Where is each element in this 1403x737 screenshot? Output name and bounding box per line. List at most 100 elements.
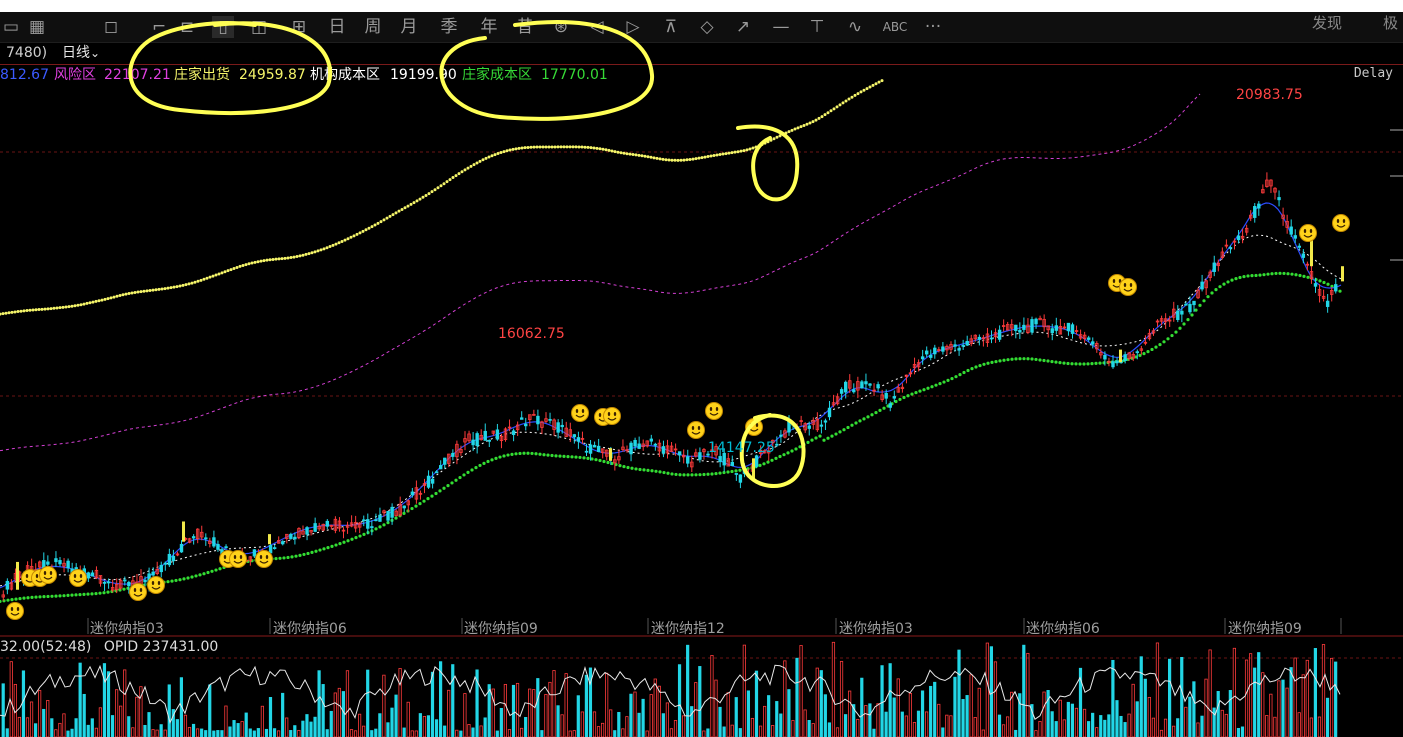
volume-bar <box>1050 711 1054 737</box>
volume-bar <box>228 726 232 737</box>
volume-bar <box>548 681 552 737</box>
signal-candle <box>609 448 612 461</box>
volume-bar <box>1099 715 1103 737</box>
volume-bar <box>1070 703 1074 737</box>
candle <box>661 446 666 454</box>
volume-bar <box>1293 657 1297 737</box>
volume-bar <box>147 712 151 737</box>
volume-bar <box>669 728 674 737</box>
volume-bar <box>1135 701 1139 737</box>
candle <box>471 439 475 446</box>
volume-bar <box>487 684 491 737</box>
volume-bar <box>451 664 455 737</box>
candle <box>58 560 62 565</box>
volume-bar <box>763 705 767 737</box>
volume-bar <box>989 646 994 737</box>
volume-bar <box>479 725 483 737</box>
volume-bar <box>224 705 228 737</box>
candle <box>823 420 828 423</box>
volume-bar <box>625 716 629 737</box>
volume-bar <box>1240 726 1245 737</box>
candle <box>106 581 111 584</box>
volume-bar <box>135 696 139 737</box>
volume-bar <box>860 677 864 737</box>
volume-bar <box>698 666 702 737</box>
smiley-signal-icon <box>69 569 87 587</box>
volume-bar <box>1103 719 1107 737</box>
volume-bar <box>969 674 973 737</box>
candle <box>313 523 317 532</box>
volume-bar <box>1176 718 1180 737</box>
candle <box>426 475 431 488</box>
volume-bar <box>1091 712 1095 737</box>
volume-bar <box>1042 691 1046 737</box>
smiley-signal-icon <box>687 421 705 439</box>
candle <box>556 422 560 433</box>
candle <box>1014 324 1018 331</box>
candle <box>1091 341 1095 345</box>
annotation-circle <box>439 20 655 121</box>
signal-candle <box>16 561 19 590</box>
volume-bar <box>1127 713 1131 737</box>
candle <box>386 511 390 521</box>
volume-bar <box>1289 667 1293 737</box>
smiley-signal-icon <box>1119 278 1137 296</box>
volume-bar <box>1054 721 1058 737</box>
volume-bar <box>645 730 649 737</box>
candle <box>1236 235 1241 241</box>
volume-bar <box>1 683 5 737</box>
ma-line <box>0 202 1342 589</box>
candle <box>167 553 172 566</box>
volume-bar <box>353 730 358 737</box>
candle <box>216 543 220 550</box>
volume-bar <box>957 649 961 737</box>
volume-bar <box>317 670 321 737</box>
volume-bar <box>758 725 763 737</box>
volume-bar <box>503 684 508 737</box>
volume-bar <box>216 730 220 737</box>
smiley-signal-icon <box>229 550 247 568</box>
volume-bar <box>390 707 394 737</box>
volume-bar <box>528 688 532 737</box>
volume-bar <box>110 715 115 737</box>
candle <box>584 450 589 453</box>
volume-bar <box>422 715 427 737</box>
volume-bar <box>949 715 953 737</box>
volume-bar <box>520 727 524 737</box>
candle <box>1054 325 1058 331</box>
volume-bar <box>98 707 102 737</box>
candle <box>925 350 929 355</box>
volume-bar <box>787 689 791 737</box>
volume-bar <box>560 714 564 737</box>
candle <box>1200 281 1204 290</box>
peak-label-2: 20983.75 <box>1236 87 1303 103</box>
candle <box>686 456 690 464</box>
volume-bar <box>925 711 929 737</box>
volume-bar <box>848 690 852 737</box>
volume-bar <box>430 671 435 737</box>
candle <box>1180 310 1184 315</box>
volume-bar <box>1111 659 1115 737</box>
volume-bar <box>1269 693 1273 737</box>
volume-bar <box>945 714 949 737</box>
dealer-cost-line <box>0 599 2 604</box>
volume-bar <box>1107 714 1111 737</box>
volume-bar <box>1285 687 1289 737</box>
volume-bar <box>1313 648 1317 737</box>
candle <box>212 537 216 547</box>
signal-candle <box>752 458 755 479</box>
volume-bar <box>42 708 46 737</box>
candle <box>997 329 1002 340</box>
candle <box>649 438 653 442</box>
volume-bar <box>200 728 204 737</box>
volume-bar <box>115 689 119 737</box>
volume-bar <box>293 725 297 737</box>
smiley-signal-icon <box>39 566 57 584</box>
volume-bar <box>167 684 171 737</box>
volume-bar <box>916 710 921 737</box>
volume-bar <box>1249 653 1253 737</box>
volume-bar <box>1155 642 1160 737</box>
volume-bar <box>1062 719 1066 737</box>
volume-bar <box>1087 721 1091 737</box>
volume-bar <box>50 718 54 737</box>
